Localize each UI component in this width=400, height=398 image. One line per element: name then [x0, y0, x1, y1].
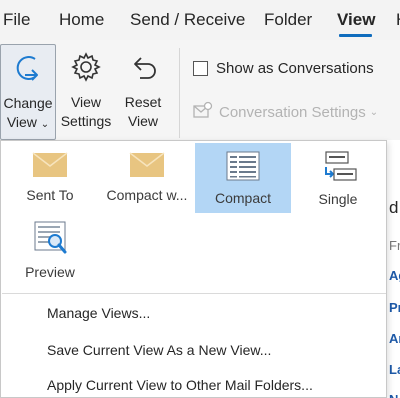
ribbon-group-divider	[179, 48, 180, 138]
list-item[interactable]: Lac	[389, 362, 400, 377]
manage-views-menu-item[interactable]: Manage Views...	[47, 305, 150, 321]
envelope-icon	[99, 152, 195, 181]
menu-divider	[2, 293, 386, 294]
view-option-label: Sent To	[26, 187, 74, 203]
show-as-conversations-checkbox[interactable]	[193, 61, 208, 76]
view-option-label: Compact w...	[106, 187, 188, 203]
show-as-conversations-option[interactable]: Show as Conversations	[193, 60, 374, 77]
change-view-icon	[1, 51, 55, 90]
change-view-label-1: Change	[3, 95, 53, 111]
ribbon: Change View ⌄ View Settings Reset View S…	[0, 40, 400, 140]
tab-send-receive[interactable]: Send / Receive	[130, 10, 245, 30]
conversation-settings-icon	[193, 101, 213, 123]
preview-icon	[4, 221, 96, 258]
conversation-settings-button[interactable]: Conversation Settings ⌄	[193, 101, 378, 123]
view-option-label: Compact	[214, 190, 272, 206]
envelope-icon	[4, 152, 96, 181]
view-option-compact-w[interactable]: Compact w...	[99, 144, 195, 212]
active-tab-indicator	[339, 34, 372, 37]
view-settings-button[interactable]: View Settings	[58, 44, 114, 131]
compact-list-icon	[195, 151, 291, 184]
list-item[interactable]: Arc	[389, 331, 400, 346]
view-option-label: Preview	[25, 264, 75, 280]
gear-icon	[58, 50, 114, 89]
undo-icon	[116, 50, 170, 89]
view-option-sent-to[interactable]: Sent To	[4, 144, 96, 212]
tab-file[interactable]: File	[3, 10, 30, 30]
change-view-button[interactable]: Change View ⌄	[0, 44, 56, 140]
reset-view-label-2: View	[127, 113, 159, 129]
conversation-settings-label: Conversation Settings	[219, 103, 366, 121]
apply-current-view-menu-item[interactable]: Apply Current View to Other Mail Folders…	[47, 377, 313, 393]
chevron-down-icon: ⌄	[369, 106, 379, 118]
tab-home[interactable]: Home	[59, 10, 104, 30]
ribbon-tab-bar: File Home Send / Receive Folder View H	[0, 0, 400, 40]
list-item[interactable]: Ag	[389, 268, 400, 283]
tab-help[interactable]: H	[396, 10, 400, 30]
tab-view[interactable]: View	[337, 10, 375, 30]
list-heading-fragment: d	[389, 198, 399, 217]
view-settings-label-1: View	[70, 94, 102, 110]
list-item[interactable]: Pro	[389, 300, 400, 315]
view-option-preview[interactable]: Preview	[4, 215, 96, 285]
view-settings-label-2: Settings	[60, 113, 112, 129]
list-column-fragment: Fro	[389, 238, 400, 253]
single-view-icon	[293, 150, 383, 185]
view-option-compact[interactable]: Compact	[195, 143, 291, 213]
list-item[interactable]: No	[389, 392, 400, 398]
change-view-dropdown: Sent To Compact w... Compact Single Prev…	[0, 140, 387, 398]
change-view-label-2: View	[6, 114, 37, 130]
message-list-peek: d Fro Ag Pro Arc Lac No	[386, 140, 400, 398]
view-option-label: Single	[318, 191, 358, 207]
show-as-conversations-label: Show as Conversations	[216, 60, 374, 77]
tab-folder[interactable]: Folder	[264, 10, 312, 30]
save-current-view-menu-item[interactable]: Save Current View As a New View...	[47, 342, 271, 358]
view-option-single[interactable]: Single	[293, 144, 383, 212]
reset-view-button[interactable]: Reset View	[116, 44, 170, 131]
chevron-down-icon: ⌄	[40, 119, 50, 130]
reset-view-label-1: Reset	[124, 94, 162, 110]
